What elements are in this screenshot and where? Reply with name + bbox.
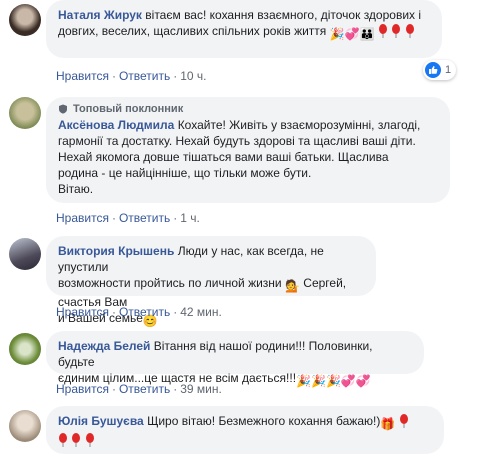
comment-author[interactable]: Виктория Крышень (58, 244, 174, 258)
comment-bubble: Юлія Бушуєва Щиро вітаю! Безмежного коха… (46, 406, 444, 454)
timestamp[interactable]: 39 мин. (180, 382, 222, 396)
hearts-icon: 💞 (355, 374, 371, 388)
like-link[interactable]: Нравится (56, 211, 109, 225)
comment-text-line: родина - це найцінніше, що тільки може б… (58, 166, 312, 180)
timestamp[interactable]: 10 ч. (180, 69, 206, 83)
reply-link[interactable]: Ответить (119, 211, 170, 225)
avatar[interactable] (9, 238, 41, 270)
comment-author[interactable]: Аксёнова Людмила (58, 118, 174, 132)
party-popper-icon: 🎉 (325, 374, 341, 388)
reaction-count: 1 (445, 64, 452, 76)
gift-icon: 🎁 (380, 417, 396, 431)
comment-bubble: Наталя Жирук вітаєм вас! кохання взаємно… (46, 0, 442, 58)
comment-bubble: Виктория Крышень Люди у нас, как всегда,… (46, 236, 376, 328)
comment-actions: Нравится · Ответить · 39 мин. (56, 382, 222, 396)
comment-bubble: Надежда Белей Вітання від нашої родини!!… (46, 331, 424, 388)
balloon-icon (59, 433, 67, 447)
comment-author[interactable]: Наталя Жирук (58, 8, 142, 22)
avatar[interactable] (9, 97, 41, 129)
comment-text: возможности пройтись по личной жизни (58, 276, 282, 290)
comment-author[interactable]: Юлія Бушуєва (58, 414, 144, 428)
comment-actions: Нравится · Ответить · 42 мин. (56, 305, 222, 319)
like-link[interactable]: Нравится (56, 305, 109, 319)
comment-author[interactable]: Надежда Белей (58, 339, 150, 353)
like-link[interactable]: Нравится (56, 382, 109, 396)
reply-link[interactable]: Ответить (119, 69, 170, 83)
comment-text-line: гармонії та достатку. Нехай будуть здоро… (58, 134, 416, 148)
reply-link[interactable]: Ответить (119, 382, 170, 396)
party-popper-icon: 🎉 (296, 374, 311, 388)
balloon-icon (399, 414, 408, 428)
thumbs-up-icon (425, 62, 441, 78)
person-gesture-icon: 💁 (284, 279, 300, 293)
avatar[interactable] (9, 410, 41, 442)
party-popper-icon: 🎉 (329, 27, 345, 41)
balloon-icon (392, 24, 401, 38)
top-fan-badge: Топовый поклонник (58, 102, 438, 116)
reaction-summary[interactable]: 1 (423, 60, 457, 80)
comment-text: Щиро вітаю! Безмежного кохання бажаю!) (147, 414, 381, 428)
avatar[interactable] (9, 4, 41, 36)
balloon-icon (405, 24, 414, 38)
hearts-icon: 💞 (340, 374, 356, 388)
party-popper-icon: 🎉 (310, 374, 326, 388)
timestamp[interactable]: 42 мин. (180, 305, 222, 319)
hearts-icon: 💞 (344, 27, 360, 41)
comment-bubble: Топовый поклонник Аксёнова Людмила Кохай… (46, 97, 450, 203)
avatar[interactable] (9, 333, 41, 365)
timestamp[interactable]: 1 ч. (180, 211, 200, 225)
comment-text-line: Нехай якомога довше тішаться вами ваші б… (58, 150, 389, 164)
comment-actions: Нравится · Ответить · 10 ч. (56, 69, 207, 83)
comment-text-line: Вітаю. (58, 182, 94, 196)
shield-icon (59, 104, 67, 114)
balloon-icon (378, 24, 387, 38)
comment-text-line: Кохайте! Живіть у взаєморозумінні, злаго… (177, 118, 421, 132)
balloon-icon (72, 433, 81, 447)
balloon-icon (85, 433, 94, 447)
family-icon: 👪 (359, 27, 375, 41)
comment-actions: Нравится · Ответить · 1 ч. (56, 211, 200, 225)
reply-link[interactable]: Ответить (119, 305, 170, 319)
like-link[interactable]: Нравится (56, 69, 109, 83)
